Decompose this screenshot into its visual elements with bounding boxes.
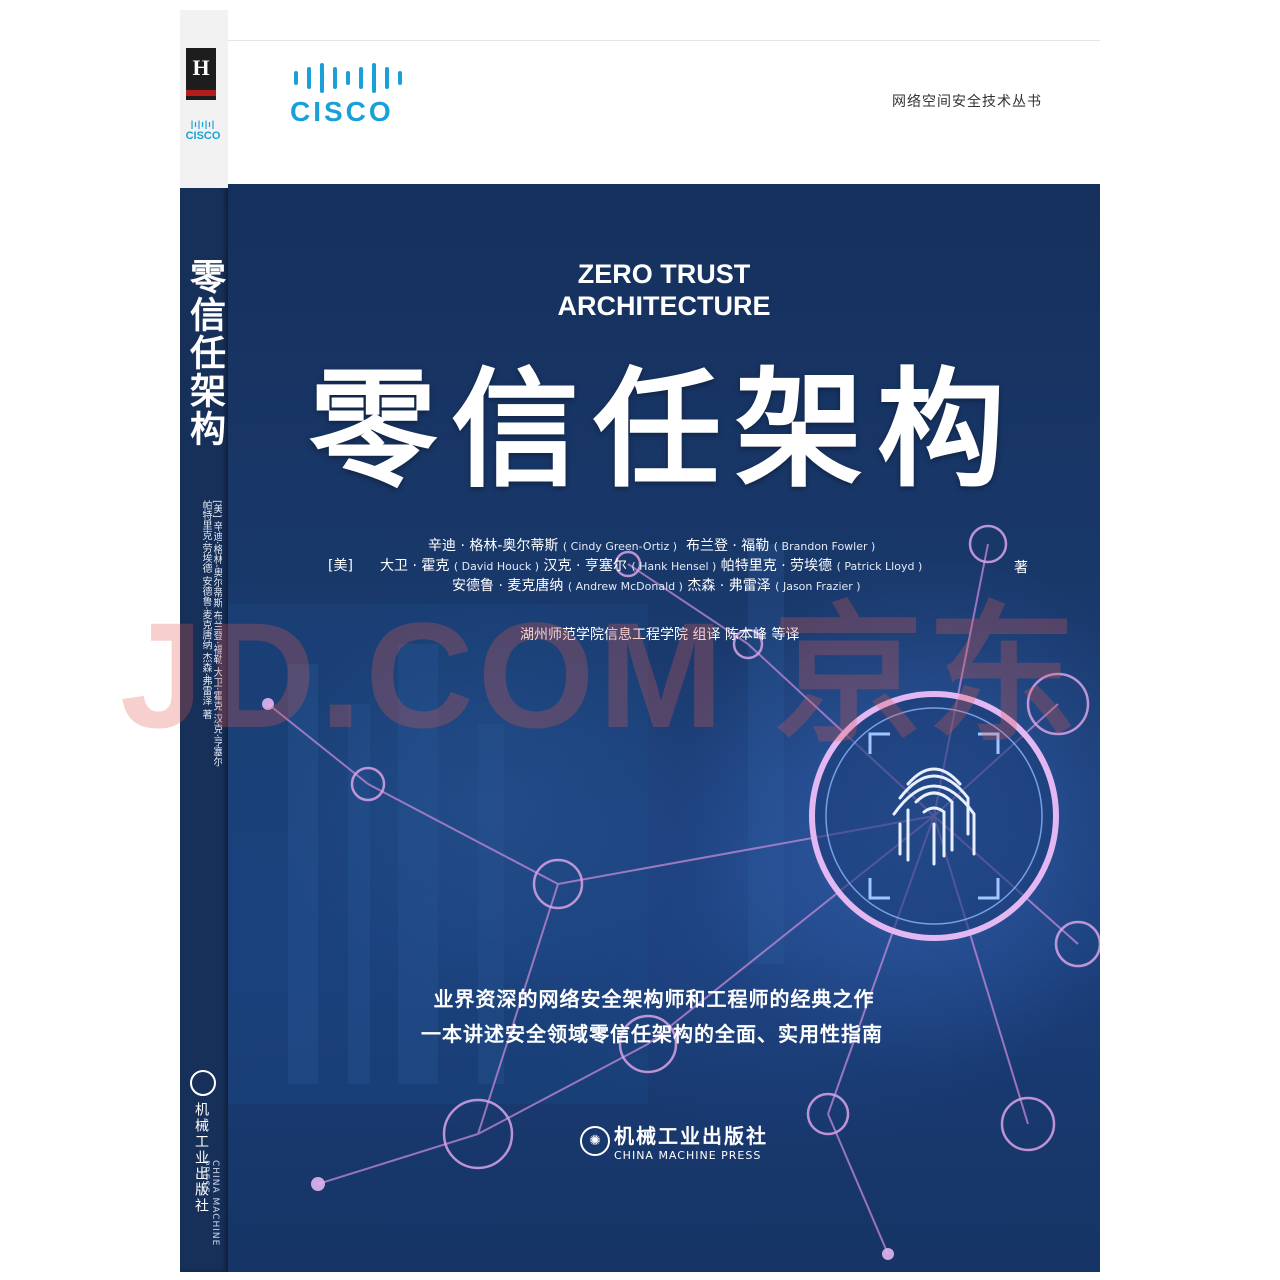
cisco-logo: CISCO [290, 63, 420, 133]
series-label: 网络空间安全技术丛书 [892, 94, 1042, 110]
cisco-wordmark: CISCO [290, 96, 394, 127]
cover-artwork: ZERO TRUST ARCHITECTURE 零信任架构 [美] 辛迪 · 格… [228, 184, 1100, 1272]
publisher-name-en: CHINA MACHINE PRESS [614, 1149, 762, 1162]
translator-line: 湖州师范学院信息工程学院 组译 陈本峰 等译 [520, 627, 800, 643]
title-english-line2: ARCHITECTURE [557, 291, 771, 321]
authors-suffix: 著 [1014, 560, 1028, 576]
spine-publisher-en: CHINA MACHINE PRESS [200, 1160, 220, 1247]
spine-title: 零信任架构 [184, 258, 225, 448]
cisco-bars-icon [290, 63, 420, 93]
spine-cisco-logo: |ı|ı|ı| CISCO [185, 119, 221, 142]
cover-header: CISCO 网络空间安全技术丛书 [228, 40, 1100, 185]
spine-authors: [美] 辛迪·格林-奥尔蒂斯 布兰登·福勒 大卫·霍克 汉克·亨塞尔 帕特里克·… [200, 500, 222, 767]
title-english-line1: ZERO TRUST [577, 259, 751, 289]
author-row-2: 大卫 · 霍克 ( David Houck ) 汉克 · 亨塞尔 ( Hank … [380, 558, 923, 574]
title-english: ZERO TRUST ARCHITECTURE [228, 258, 1100, 322]
book-cover: CISCO 网络空间安全技术丛书 ZERO TRUST ARCHITECTURE… [228, 40, 1100, 1272]
publisher-seal-icon: ✺ [580, 1126, 610, 1156]
slogan-1: 业界资深的网络安全架构师和工程师的经典之作 [433, 987, 875, 1011]
author-row-3: 安德鲁 · 麦克唐纳 ( Andrew McDonald ) 杰森 · 弗雷泽 … [452, 578, 861, 594]
fingerprint-network-icon [228, 524, 1100, 1260]
slogan-2: 一本讲述安全领域零信任架构的全面、实用性指南 [421, 1022, 883, 1046]
authors-prefix: [美] [328, 558, 353, 574]
publisher-name: 机械工业出版社 [614, 1124, 768, 1148]
publisher-logo-icon: H [186, 48, 216, 100]
spine-header: H |ı|ı|ı| CISCO [180, 10, 228, 188]
spine-publisher-seal-icon [190, 1070, 216, 1096]
title-chinese: 零信任架构 [308, 356, 1019, 505]
book-spine: H |ı|ı|ı| CISCO 零信任架构 [美] 辛迪·格林-奥尔蒂斯 布兰登… [180, 10, 228, 1272]
author-row-1: 辛迪 · 格林-奥尔蒂斯 ( Cindy Green-Ortiz ) 布兰登 ·… [428, 538, 876, 554]
